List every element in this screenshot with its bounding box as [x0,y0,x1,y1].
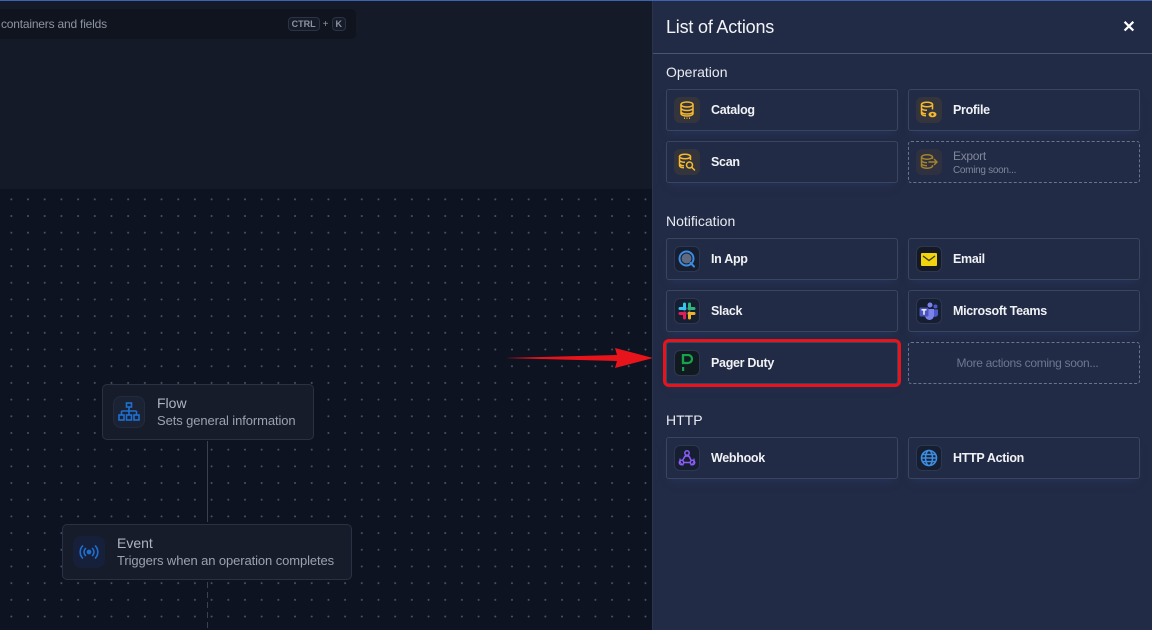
search-bar[interactable]: containers and fields CTRL + K [0,9,356,39]
event-node-subtitle: Triggers when an operation completes [117,552,335,568]
panel-header: List of Actions ✕ [653,0,1152,54]
webhook-icon [674,445,700,471]
action-slack[interactable]: Slack [666,290,898,332]
section-title-http: HTTP [666,412,703,428]
action-email[interactable]: Email [908,238,1140,280]
keyboard-shortcut: CTRL + K [287,17,346,31]
coming-soon-label: Coming soon... [953,164,1017,176]
database-eye-icon [916,97,942,123]
more-actions-label: More actions coming soon... [956,356,1099,370]
pagerduty-icon [674,350,700,376]
annotation-arrow [505,348,653,368]
flow-connector-line [207,441,208,522]
teams-icon [916,298,942,324]
action-pager-duty[interactable]: Pager Duty [663,339,901,387]
section-title-notification: Notification [666,213,736,229]
kbd-plus: + [322,18,329,30]
action-label: HTTP Action [953,451,1025,465]
close-button[interactable]: ✕ [1119,17,1139,37]
action-label: In App [711,252,748,266]
http-actions: Webhook HTTP Action [666,437,1152,479]
action-label: Profile [953,103,990,117]
canvas-header-area: containers and fields CTRL + K [0,0,652,189]
flow-node[interactable]: Flow Sets general information [102,384,314,440]
action-profile[interactable]: Profile [908,89,1140,131]
action-scan[interactable]: Scan [666,141,898,183]
database-search-icon [674,149,700,175]
search-input[interactable]: containers and fields [1,17,288,31]
event-node[interactable]: Event Triggers when an operation complet… [62,524,352,580]
kbd-ctrl: CTRL [287,17,320,31]
kbd-k: K [331,17,346,31]
action-label: Webhook [711,451,765,465]
event-node-title: Event [117,534,153,551]
action-label: Export [953,148,986,163]
database-icon [674,97,700,123]
operation-actions: Catalog Profile Scan Export Coming soon.… [666,89,1152,183]
actions-panel: List of Actions ✕ Operation Catalog Prof… [652,0,1152,630]
flow-node-title: Flow [157,394,187,411]
more-actions-placeholder: More actions coming soon... [908,342,1140,384]
flow-node-subtitle: Sets general information [157,412,296,428]
window-top-border [0,0,1152,1]
notification-actions: In App Email Slack Microsoft Teams Pager… [663,238,1152,387]
action-microsoft-teams[interactable]: Microsoft Teams [908,290,1140,332]
action-label: Catalog [711,103,755,117]
action-http[interactable]: HTTP Action [908,437,1140,479]
action-label: Email [953,252,985,266]
section-title-operation: Operation [666,64,728,80]
panel-title: List of Actions [666,17,775,37]
slack-icon [674,298,700,324]
action-label: Microsoft Teams [953,304,1047,318]
action-export-disabled: Export Coming soon... [908,141,1140,183]
broadcast-icon [73,536,105,568]
close-icon: ✕ [1122,18,1136,36]
action-label: Scan [711,155,740,169]
action-label: Pager Duty [711,356,774,370]
sitemap-icon [113,396,145,428]
action-webhook[interactable]: Webhook [666,437,898,479]
in-app-icon [674,246,700,272]
email-icon [916,246,942,272]
database-export-icon [916,149,942,175]
action-label: Slack [711,304,743,318]
action-in-app[interactable]: In App [666,238,898,280]
action-catalog[interactable]: Catalog [666,89,898,131]
flow-canvas[interactable]: containers and fields CTRL + K Flow Sets… [0,0,652,630]
flow-connector-dashed [207,582,208,630]
globe-icon [916,445,942,471]
